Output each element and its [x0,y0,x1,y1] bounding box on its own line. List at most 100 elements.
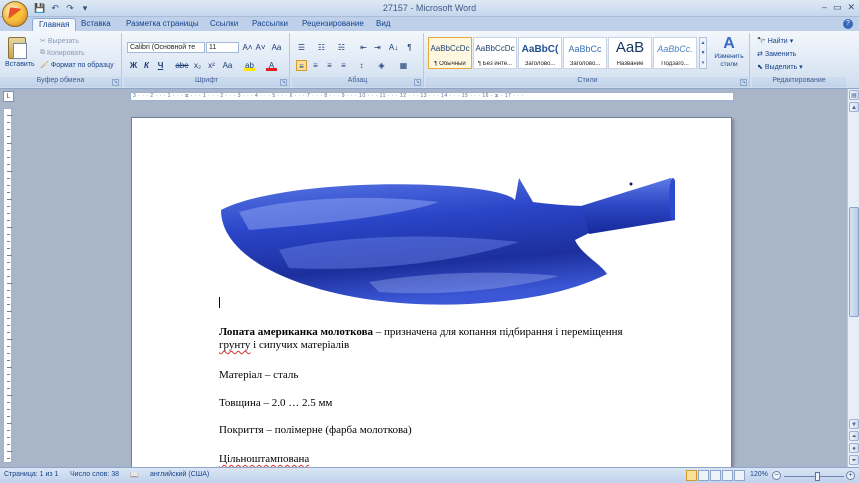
tab-view[interactable]: Вид [370,18,396,31]
underline-button[interactable]: Ч [155,60,166,71]
align-left-button[interactable]: ≡ [296,60,307,71]
ruler-tick [7,234,10,235]
tab-review[interactable]: Рецензирование [296,18,370,31]
editing-group: 🔭 Найти ▾ ⇄ Заменить ⬉ Выделить ▾ Редактирова… [752,33,846,87]
numbering-button[interactable]: ☷ [316,42,327,53]
maximize-button[interactable]: ▭ [833,2,842,13]
tab-references[interactable]: Ссылки [204,18,244,31]
paste-button[interactable]: Вставить [5,61,35,68]
page-count[interactable]: Страница: 1 из 1 [4,471,58,478]
justify-button[interactable]: ≡ [338,60,349,71]
styles-launcher-icon[interactable]: ↘ [740,79,747,86]
ruler-tick [7,192,10,193]
office-logo-icon [8,7,22,21]
zoom-slider-thumb[interactable] [815,472,820,481]
print-layout-view-button[interactable] [686,470,697,481]
font-name-select[interactable]: Calibri (Основной те [127,42,205,53]
browse-object-button[interactable]: ● [849,443,859,453]
scroll-up-button[interactable]: ▲ [849,102,859,112]
coating-paragraph[interactable]: Покриття – полімерне (фарба молоткова) [219,424,679,437]
superscript-button[interactable]: x² [206,60,217,71]
tab-selector[interactable]: L [3,91,14,102]
tab-insert[interactable]: Вставка [75,18,117,31]
align-right-button[interactable]: ≡ [324,60,335,71]
style-no-spacing[interactable]: AaBbCcDc ¶ Без инте... [473,37,517,69]
zoom-level[interactable]: 120% [750,471,768,478]
show-marks-button[interactable]: ¶ [404,42,415,53]
replace-button[interactable]: ⇄ Заменить [757,50,796,59]
multilevel-list-button[interactable]: ☵ [336,42,347,53]
tab-home[interactable]: Главная [32,18,77,31]
strikethrough-button[interactable]: abe [174,60,190,71]
style-normal[interactable]: AaBbCcDc ¶ Обычный [428,37,472,69]
font-launcher-icon[interactable]: ↘ [280,79,287,86]
scroll-down-button[interactable]: ▼ [849,419,859,429]
cut-button[interactable]: ✂ Вырезать [40,37,79,46]
minimize-button[interactable]: – [822,2,827,13]
align-center-button[interactable]: ≡ [310,60,321,71]
change-case-button[interactable]: Aa [222,60,233,71]
material-paragraph[interactable]: Матеріал – сталь [219,369,679,382]
draft-view-button[interactable] [734,470,745,481]
ruler-toggle-icon[interactable]: ▤ [849,90,859,100]
title-paragraph[interactable]: Лопата американка молоткова – призначена… [219,326,679,352]
paragraph-launcher-icon[interactable]: ↘ [414,79,421,86]
styles-scroll[interactable]: ▲ ▼ ▾ [699,37,707,69]
borders-button[interactable]: ▦ [398,60,409,71]
style-heading-2[interactable]: AaBbCc Заголово... [563,37,607,69]
format-painter-button[interactable]: 🖌 Формат по образцу [40,61,114,70]
select-button[interactable]: ⬉ Выделить ▾ [757,63,803,72]
zoom-out-button[interactable]: − [772,471,781,480]
style-title[interactable]: AaB Название [608,37,652,69]
ruler-tick [7,262,10,263]
sort-button[interactable]: A↓ [388,42,399,53]
change-styles-button[interactable]: A Изменить стили [711,35,747,69]
next-page-button[interactable]: ⏷ [849,455,859,465]
vertical-ruler[interactable] [3,108,12,463]
bullets-button[interactable]: ☰ [296,42,307,53]
full-screen-view-button[interactable] [698,470,709,481]
close-button[interactable]: ✕ [847,2,855,13]
bold-button[interactable]: Ж [128,60,139,71]
ruler-tick [7,318,10,319]
font-size-select[interactable]: 11 [206,42,239,53]
office-button[interactable] [2,1,28,27]
prev-page-button[interactable]: ⏶ [849,431,859,441]
zoom-slider[interactable] [784,476,844,477]
outline-view-button[interactable] [722,470,733,481]
spelling-icon[interactable]: 📖 [130,471,139,479]
tab-mailings[interactable]: Рассылки [246,18,294,31]
shrink-font-button[interactable]: A˅ [255,42,266,53]
clear-format-button[interactable]: Aa [271,42,282,53]
scroll-thumb[interactable] [849,207,859,317]
italic-button[interactable]: К [141,60,152,71]
subscript-button[interactable]: x₂ [192,60,203,71]
paste-icon[interactable] [8,37,27,59]
horizontal-ruler[interactable]: 3 · · · 2 · · · 1 · · · ⧖ · · · 1 · · · … [130,92,734,101]
find-button[interactable]: 🔭 Найти ▾ [757,37,793,46]
document-page[interactable]: Лопата американка молоткова – призначена… [131,117,732,477]
web-layout-view-button[interactable] [710,470,721,481]
ruler-tick [7,430,10,431]
stamped-paragraph[interactable]: Цільноштампована [219,453,679,466]
word-count[interactable]: Число слов: 38 [70,471,119,478]
shading-button[interactable]: ◈ [376,60,387,71]
decrease-indent-button[interactable]: ⇤ [358,42,369,53]
highlight-button[interactable]: ab [244,60,255,71]
ribbon-tabs: Главная Вставка Разметка страницы Ссылки… [0,17,859,31]
help-icon[interactable]: ? [843,19,853,29]
tab-page-layout[interactable]: Разметка страницы [120,18,205,31]
zoom-in-button[interactable]: + [846,471,855,480]
language-indicator[interactable]: английский (США) [150,471,209,478]
thickness-paragraph[interactable]: Товщина – 2.0 … 2.5 мм [219,397,679,410]
grow-font-button[interactable]: A˄ [242,42,253,53]
clipboard-launcher-icon[interactable]: ↘ [112,79,119,86]
style-subtitle[interactable]: AaBbCc. Подзаго... [653,37,697,69]
copy-button[interactable]: ⧉ Копировать [40,49,85,57]
font-color-button[interactable]: A [266,60,277,71]
shovel-image[interactable] [219,172,675,310]
style-heading-1[interactable]: AaBbC( Заголово... [518,37,562,69]
line-spacing-button[interactable]: ↕ [356,60,367,71]
vertical-scrollbar[interactable]: ▤ ▲ ▼ ⏶ ● ⏷ [847,89,859,467]
increase-indent-button[interactable]: ⇥ [372,42,383,53]
